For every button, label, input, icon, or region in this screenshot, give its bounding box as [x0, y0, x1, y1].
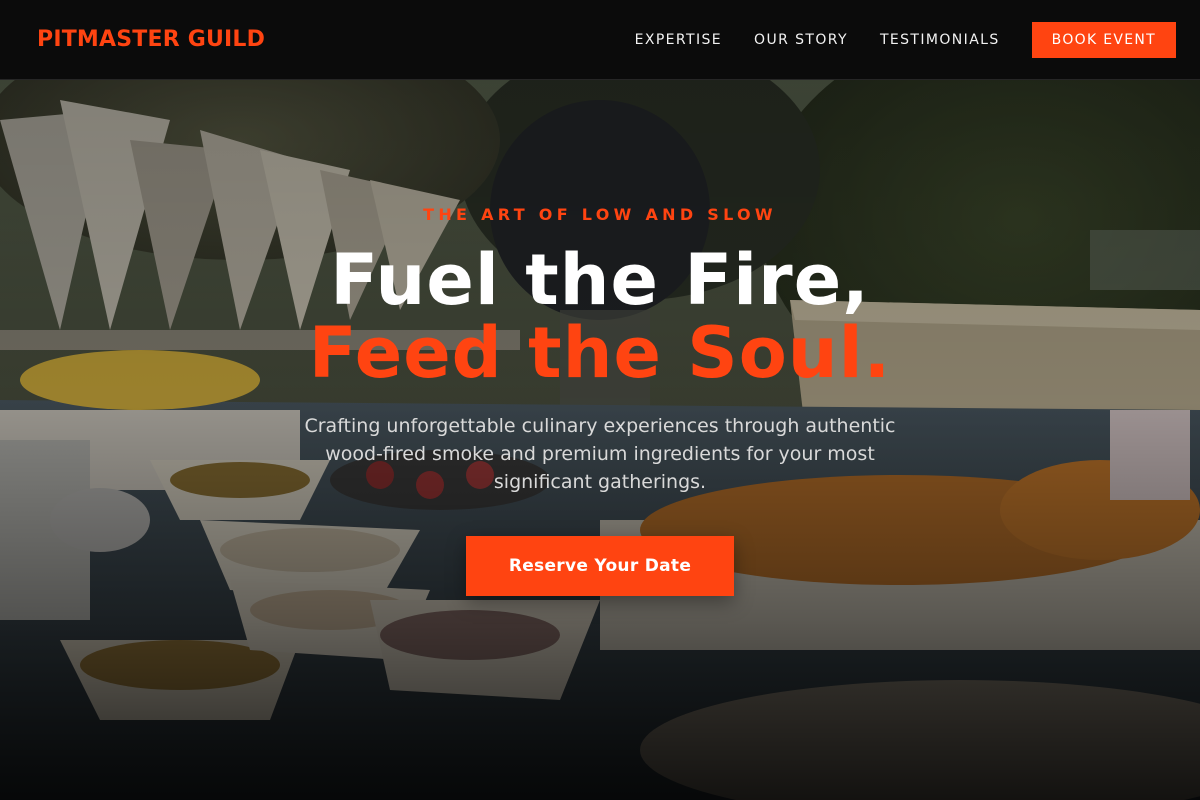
landing-page: PITMASTER GUILD EXPERTISE OUR STORY TEST… [0, 0, 1200, 800]
hero-content: THE ART OF LOW AND SLOW Fuel the Fire, F… [0, 80, 1200, 800]
brand-logo[interactable]: PITMASTER GUILD [37, 25, 265, 55]
nav-link-testimonials[interactable]: TESTIMONIALS [880, 22, 1000, 58]
hero-eyebrow: THE ART OF LOW AND SLOW [423, 205, 777, 224]
book-event-button[interactable]: BOOK EVENT [1031, 22, 1176, 58]
main-nav: EXPERTISE OUR STORY TESTIMONIALS BOOK EV… [635, 22, 1176, 58]
nav-link-expertise[interactable]: EXPERTISE [635, 22, 722, 58]
hero-description: Crafting unforgettable culinary experien… [304, 415, 896, 493]
reserve-date-button[interactable]: Reserve Your Date [466, 536, 734, 596]
hero-headline-line2: Feed the Soul. [308, 312, 892, 394]
hero-section: THE ART OF LOW AND SLOW Fuel the Fire, F… [0, 80, 1200, 800]
nav-link-our-story[interactable]: OUR STORY [754, 22, 848, 58]
hero-headline-line1: Fuel the Fire, [330, 239, 870, 321]
site-header: PITMASTER GUILD EXPERTISE OUR STORY TEST… [0, 0, 1200, 80]
